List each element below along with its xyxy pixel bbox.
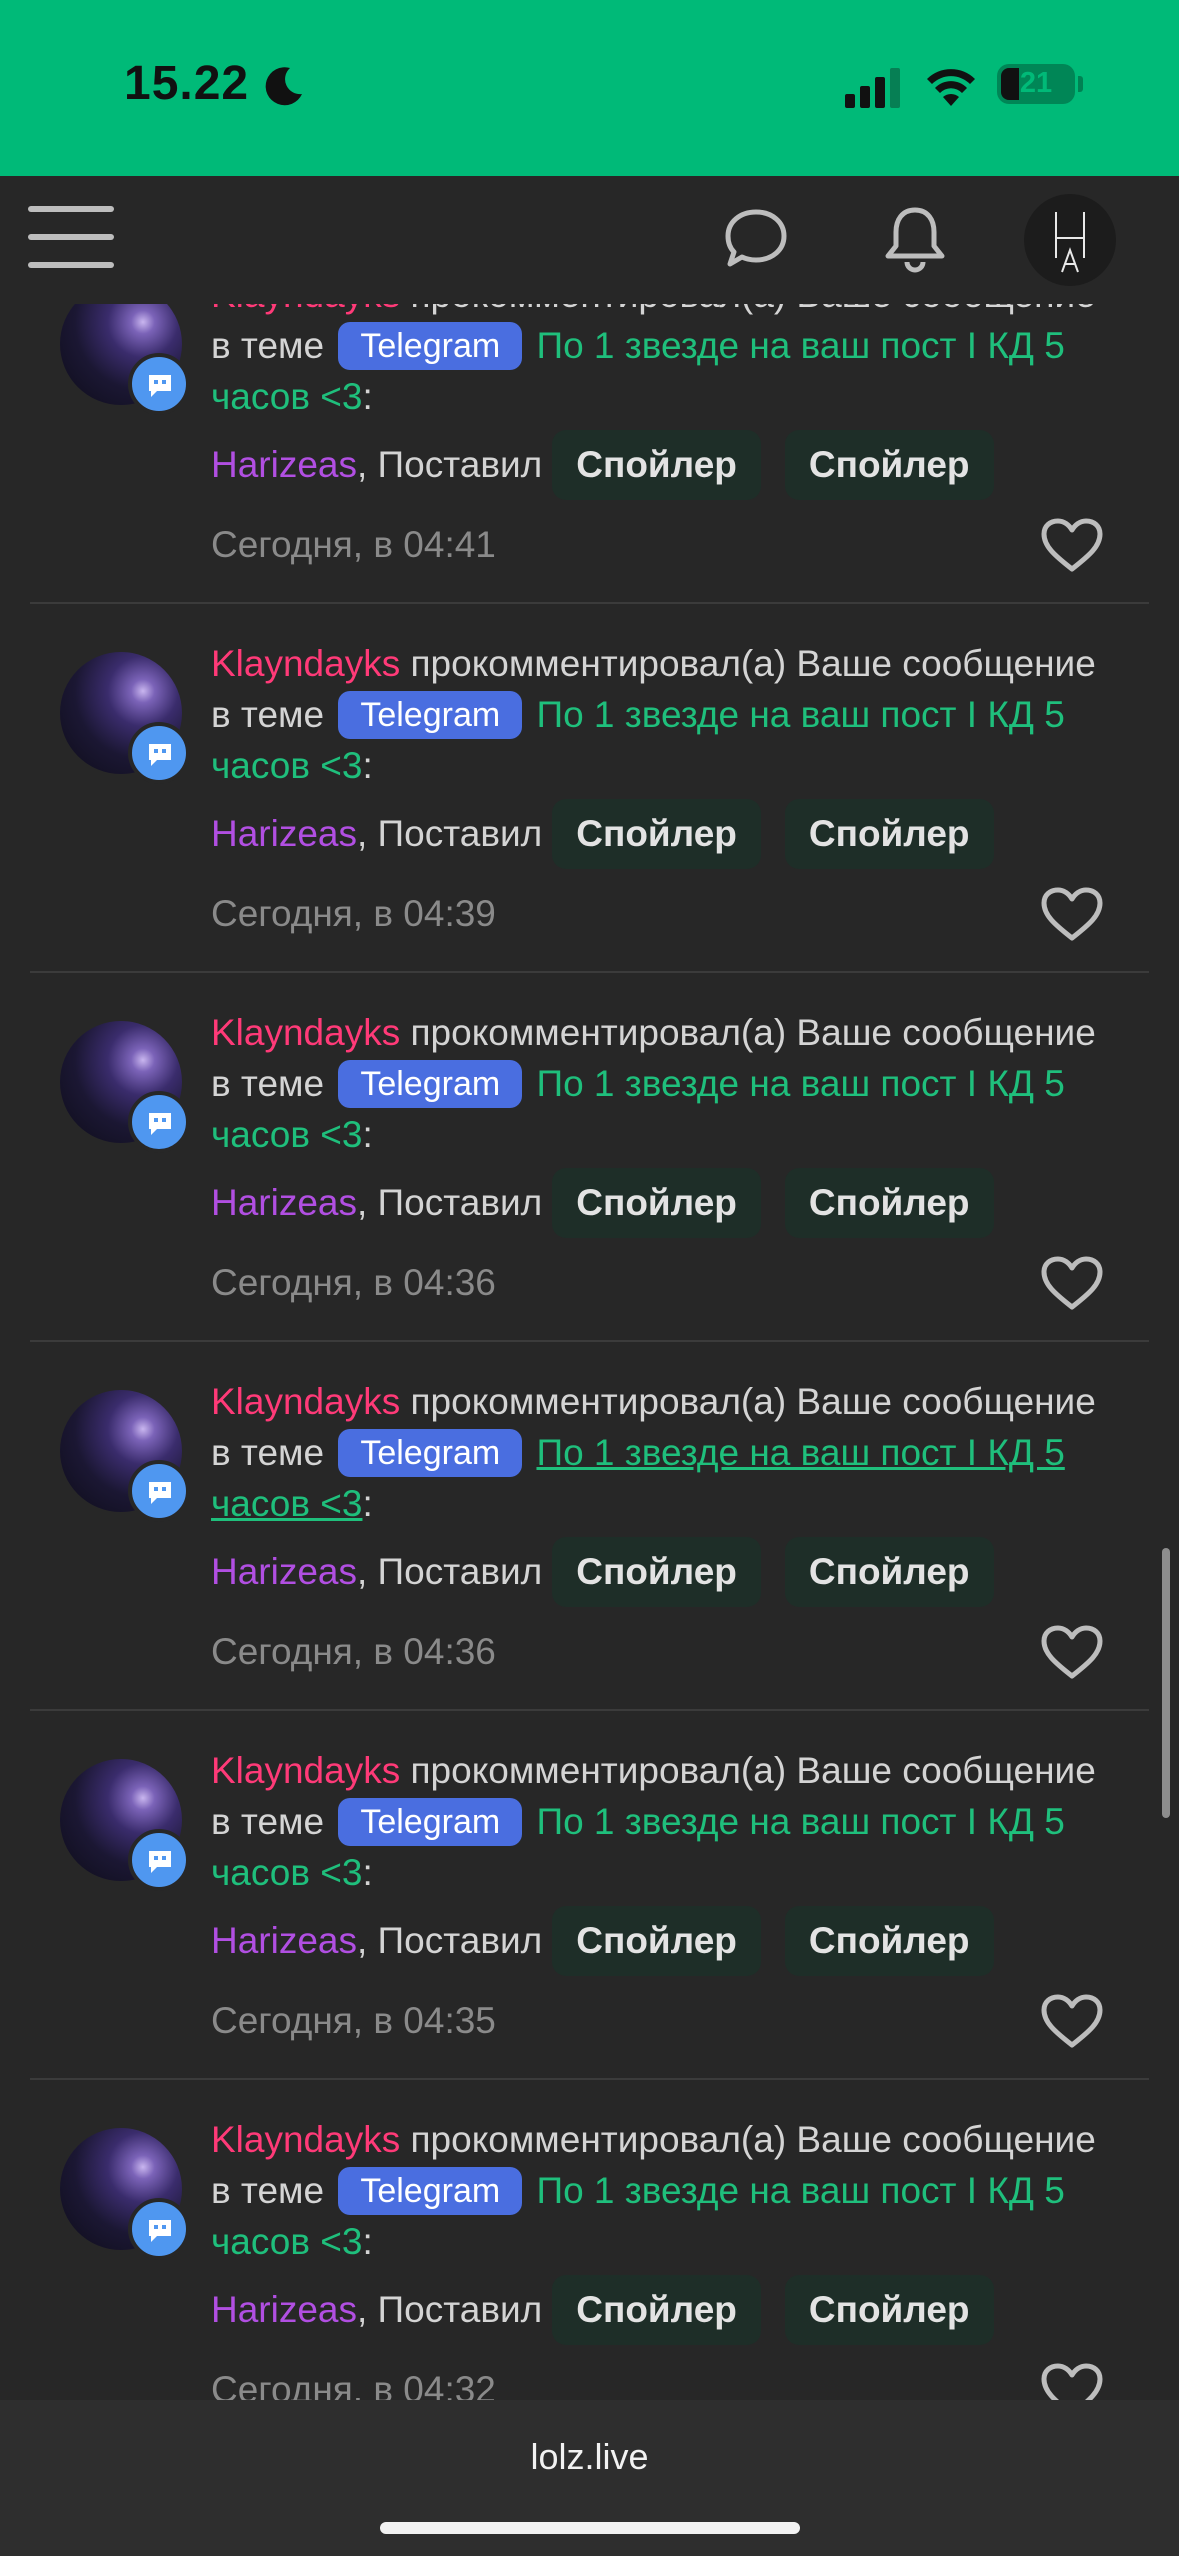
spoiler-button[interactable]: Спойлер: [552, 799, 761, 869]
heart-icon[interactable]: [1040, 1624, 1104, 1682]
notification-time: Сегодня, в 04:41: [211, 524, 496, 565]
mentioned-user-link[interactable]: Harizeas: [211, 1551, 357, 1592]
comment-text: , Поставил: [357, 2289, 543, 2330]
prefix-tag[interactable]: Telegram: [338, 1060, 523, 1108]
comment-badge-icon: [128, 2198, 190, 2260]
notification-item[interactable]: Klayndayks прокомментировал(а) Ваше сооб…: [30, 1711, 1149, 2080]
cellular-signal-icon: [845, 68, 900, 108]
comment-preview: Harizeas, Поставил Спойлер Спойлер: [211, 2275, 1111, 2345]
heart-icon[interactable]: [1040, 1993, 1104, 2051]
spoiler-button[interactable]: Спойлер: [784, 1537, 994, 1607]
notification-time: Сегодня, в 04:39: [211, 893, 496, 934]
comment-preview: Harizeas, Поставил Спойлер Спойлер: [211, 799, 1111, 869]
url-text[interactable]: lolz.live: [0, 2436, 1179, 2478]
notification-item[interactable]: Klayndayks прокомментировал(а) Ваше сооб…: [30, 2080, 1149, 2400]
spoiler-button[interactable]: Спойлер: [784, 1168, 994, 1238]
notification-colon: :: [362, 745, 373, 786]
notification-time: Сегодня, в 04:32: [211, 2369, 496, 2400]
heart-icon[interactable]: [1040, 886, 1104, 944]
spoiler-button[interactable]: Спойлер: [552, 2275, 761, 2345]
author-link[interactable]: Klayndayks: [211, 304, 400, 315]
mentioned-user-link[interactable]: Harizeas: [211, 1182, 357, 1223]
comment-preview: Harizeas, Поставил Спойлер Спойлер: [211, 1537, 1111, 1607]
hamburger-menu-icon[interactable]: [28, 202, 114, 274]
notification-item[interactable]: Klayndayks прокомментировал(а) Ваше сооб…: [30, 973, 1149, 1342]
status-bar: 15.22 21: [0, 0, 1179, 176]
notification-colon: :: [362, 1483, 373, 1524]
chat-bubble-icon[interactable]: [722, 206, 790, 270]
comment-text: , Поставил: [357, 1551, 543, 1592]
notification-text: Klayndayks прокомментировал(а) Ваше сооб…: [211, 304, 1111, 422]
comment-preview: Harizeas, Поставил Спойлер Спойлер: [211, 1168, 1111, 1238]
mentioned-user-link[interactable]: Harizeas: [211, 444, 357, 485]
moon-icon: [265, 67, 302, 106]
status-time: 15.22: [124, 57, 250, 110]
comment-text: , Поставил: [357, 1920, 543, 1961]
prefix-tag[interactable]: Telegram: [338, 1429, 523, 1477]
prefix-tag[interactable]: Telegram: [338, 1798, 523, 1846]
notification-item[interactable]: Klayndayks прокомментировал(а) Ваше сооб…: [30, 1342, 1149, 1711]
notification-colon: :: [362, 1114, 373, 1155]
notification-text: Klayndayks прокомментировал(а) Ваше сооб…: [211, 1745, 1111, 1898]
comment-badge-icon: [128, 722, 190, 784]
notifications-feed[interactable]: Klayndayks прокомментировал(а) Ваше сооб…: [0, 304, 1179, 2400]
comment-preview: Harizeas, Поставил Спойлер Спойлер: [211, 430, 1111, 500]
browser-url-bar[interactable]: lolz.live: [0, 2400, 1179, 2556]
notification-colon: :: [362, 2221, 373, 2262]
notification-time: Сегодня, в 04:35: [211, 2000, 496, 2041]
spoiler-button[interactable]: Спойлер: [552, 1537, 761, 1607]
author-link[interactable]: Klayndayks: [211, 2119, 400, 2160]
prefix-tag[interactable]: Telegram: [338, 691, 523, 739]
spoiler-button[interactable]: Спойлер: [552, 1906, 761, 1976]
comment-preview: Harizeas, Поставил Спойлер Спойлер: [211, 1906, 1111, 1976]
comment-text: , Поставил: [357, 813, 543, 854]
top-nav-bar: [0, 176, 1179, 304]
notification-text: Klayndayks прокомментировал(а) Ваше сооб…: [211, 1376, 1111, 1529]
heart-icon[interactable]: [1040, 2362, 1104, 2400]
spoiler-button[interactable]: Спойлер: [784, 1906, 994, 1976]
notification-time: Сегодня, в 04:36: [211, 1262, 496, 1303]
mentioned-user-link[interactable]: Harizeas: [211, 2289, 357, 2330]
spoiler-button[interactable]: Спойлер: [784, 2275, 994, 2345]
comment-badge-icon: [128, 1460, 190, 1522]
notification-time: Сегодня, в 04:36: [211, 1631, 496, 1672]
prefix-tag[interactable]: Telegram: [338, 322, 523, 370]
author-link[interactable]: Klayndayks: [211, 1750, 400, 1791]
battery-icon: 21: [997, 64, 1075, 104]
home-indicator[interactable]: [380, 2522, 800, 2534]
mentioned-user-link[interactable]: Harizeas: [211, 813, 357, 854]
comment-badge-icon: [128, 1829, 190, 1891]
notification-text: Klayndayks прокомментировал(а) Ваше сооб…: [211, 2114, 1111, 2267]
heart-icon[interactable]: [1040, 1255, 1104, 1313]
spoiler-button[interactable]: Спойлер: [552, 430, 761, 500]
notification-item[interactable]: Klayndayks прокомментировал(а) Ваше сооб…: [30, 604, 1149, 973]
comment-text: , Поставил: [357, 1182, 543, 1223]
comment-text: , Поставил: [357, 444, 543, 485]
battery-level: 21: [1019, 67, 1053, 99]
comment-badge-icon: [128, 353, 190, 415]
user-avatar[interactable]: [1024, 194, 1116, 286]
scrollbar[interactable]: [1162, 1548, 1170, 1818]
author-link[interactable]: Klayndayks: [211, 643, 400, 684]
author-link[interactable]: Klayndayks: [211, 1012, 400, 1053]
wifi-icon: [927, 69, 975, 106]
spoiler-button[interactable]: Спойлер: [784, 799, 994, 869]
notification-colon: :: [362, 1852, 373, 1893]
notification-item[interactable]: Klayndayks прокомментировал(а) Ваше сооб…: [30, 304, 1149, 604]
notification-colon: :: [362, 376, 373, 417]
notification-text: Klayndayks прокомментировал(а) Ваше сооб…: [211, 1007, 1111, 1160]
author-link[interactable]: Klayndayks: [211, 1381, 400, 1422]
bell-icon[interactable]: [880, 204, 950, 276]
mentioned-user-link[interactable]: Harizeas: [211, 1920, 357, 1961]
spoiler-button[interactable]: Спойлер: [552, 1168, 761, 1238]
prefix-tag[interactable]: Telegram: [338, 2167, 523, 2215]
notification-text: Klayndayks прокомментировал(а) Ваше сооб…: [211, 638, 1111, 791]
heart-icon[interactable]: [1040, 517, 1104, 575]
comment-badge-icon: [128, 1091, 190, 1153]
spoiler-button[interactable]: Спойлер: [784, 430, 994, 500]
